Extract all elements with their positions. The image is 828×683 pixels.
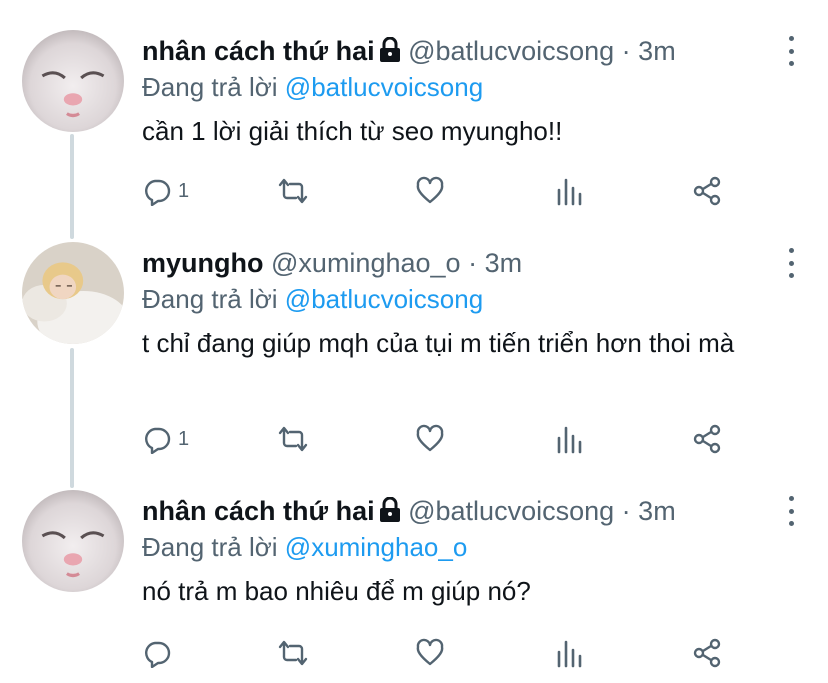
tweet-actions: 1 <box>142 422 742 456</box>
timestamp[interactable]: 3m <box>638 36 676 66</box>
retweet-icon <box>278 640 308 666</box>
like-button[interactable] <box>415 174 445 208</box>
share-icon <box>693 638 721 668</box>
tweet-header: nhân cách thứ hai @batlucvoicsong · 3m <box>142 494 768 528</box>
views-icon <box>557 178 582 206</box>
retweet-button[interactable] <box>276 422 310 456</box>
reply-prefix: Đang trả lời <box>142 532 278 562</box>
reply-context: Đang trả lời @xuminghao_o <box>142 530 467 564</box>
retweet-icon <box>278 178 308 204</box>
tweet-actions <box>142 636 742 670</box>
lock-icon <box>379 36 401 63</box>
cat-avatar-image <box>22 30 124 132</box>
person-avatar-image <box>22 242 124 344</box>
avatar[interactable] <box>22 242 124 344</box>
share-icon <box>693 176 721 206</box>
timestamp[interactable]: 3m <box>485 248 523 278</box>
views-button[interactable] <box>555 636 585 670</box>
share-button[interactable] <box>692 422 722 456</box>
tweet-text: cần 1 lời giải thích từ seo myungho!! <box>142 116 563 146</box>
tweet[interactable]: myungho @xuminghao_o · 3m Đang trả lời @… <box>0 242 828 472</box>
reply-count: 1 <box>178 427 190 450</box>
reply-context: Đang trả lời @batlucvoicsong <box>142 70 483 104</box>
separator-dot: · <box>621 496 631 526</box>
reply-count: 1 <box>178 179 190 202</box>
timestamp[interactable]: 3m <box>638 496 676 526</box>
like-button[interactable] <box>415 422 445 456</box>
reply-mention[interactable]: @batlucvoicsong <box>285 284 483 314</box>
tweet[interactable]: nhân cách thứ hai @batlucvoicsong · 3m Đ… <box>0 30 828 220</box>
share-icon <box>693 424 721 454</box>
views-button[interactable] <box>555 422 585 456</box>
avatar[interactable] <box>22 30 124 132</box>
more-icon[interactable] <box>784 248 798 278</box>
reply-button[interactable]: 1 <box>142 174 189 208</box>
lock-icon <box>379 496 401 523</box>
heart-icon <box>416 424 444 452</box>
author-handle[interactable]: @xuminghao_o <box>271 248 461 278</box>
heart-icon <box>416 638 444 666</box>
tweet-text: nó trả m bao nhiêu để m giúp nó? <box>142 576 531 606</box>
views-icon <box>557 640 582 668</box>
share-button[interactable] <box>692 636 722 670</box>
separator-dot: · <box>621 36 631 66</box>
reply-icon <box>145 641 171 668</box>
tweet[interactable]: nhân cách thứ hai @batlucvoicsong · 3m Đ… <box>0 490 828 680</box>
reply-mention[interactable]: @batlucvoicsong <box>285 72 483 102</box>
reply-button[interactable]: 1 <box>142 422 189 456</box>
author-name[interactable]: nhân cách thứ hai <box>142 36 375 66</box>
avatar[interactable] <box>22 490 124 592</box>
views-icon <box>557 426 582 454</box>
reply-context: Đang trả lời @batlucvoicsong <box>142 282 483 316</box>
author-handle[interactable]: @batlucvoicsong <box>408 496 614 526</box>
reply-icon <box>145 427 171 454</box>
retweet-button[interactable] <box>276 174 310 208</box>
author-name[interactable]: myungho <box>142 248 264 278</box>
reply-button[interactable] <box>142 636 178 670</box>
more-icon[interactable] <box>784 496 798 526</box>
tweet-text: t chỉ đang giúp mqh của tụi m tiến triển… <box>142 328 735 358</box>
cat-avatar-image <box>22 490 124 592</box>
reply-prefix: Đang trả lời <box>142 284 278 314</box>
author-name[interactable]: nhân cách thứ hai <box>142 496 375 526</box>
retweet-icon <box>278 426 308 452</box>
tweet-header: nhân cách thứ hai @batlucvoicsong · 3m <box>142 34 768 68</box>
tweet-header: myungho @xuminghao_o · 3m <box>142 246 768 280</box>
reply-icon <box>145 179 171 206</box>
like-button[interactable] <box>415 636 445 670</box>
views-button[interactable] <box>555 174 585 208</box>
heart-icon <box>416 176 444 204</box>
retweet-button[interactable] <box>276 636 310 670</box>
author-handle[interactable]: @batlucvoicsong <box>408 36 614 66</box>
more-icon[interactable] <box>784 36 798 66</box>
reply-mention[interactable]: @xuminghao_o <box>285 532 468 562</box>
tweet-actions: 1 <box>142 174 742 208</box>
reply-prefix: Đang trả lời <box>142 72 278 102</box>
separator-dot: · <box>468 248 478 278</box>
share-button[interactable] <box>692 174 722 208</box>
